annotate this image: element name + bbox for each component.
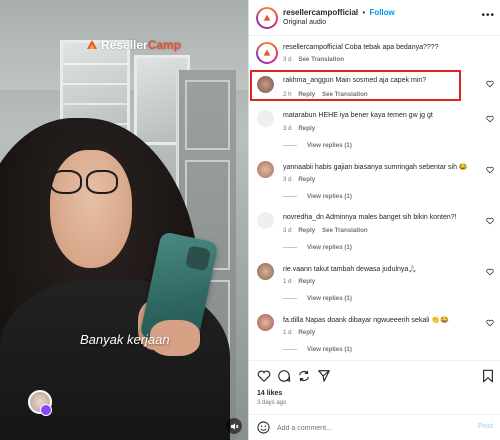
- heart-icon[interactable]: [486, 80, 494, 88]
- glasses-right: [86, 170, 118, 194]
- view-replies-button[interactable]: View replies (1): [283, 142, 352, 149]
- see-translation-button[interactable]: See Translation: [298, 56, 344, 63]
- comment-username[interactable]: resellercampofficial: [283, 44, 343, 51]
- heart-icon[interactable]: [486, 319, 494, 327]
- brand-mark-icon: [263, 49, 271, 56]
- mute-button[interactable]: [226, 418, 242, 434]
- see-translation-button[interactable]: See Translation: [322, 227, 368, 234]
- comment-icon[interactable]: [277, 369, 291, 383]
- heart-icon[interactable]: [486, 217, 494, 225]
- list-item: matarabun HEHE iya bener kaya temen gw j…: [283, 112, 433, 119]
- brand-logo: ResellerCamp: [86, 38, 181, 52]
- post-panel: resellercampofficial • Follow Original a…: [248, 0, 500, 440]
- avatar[interactable]: [257, 110, 274, 127]
- list-item: rie.vaann takut tambah dewasa judulnya🙏🏻: [283, 265, 417, 273]
- heart-icon[interactable]: [486, 166, 494, 174]
- heart-icon[interactable]: [257, 369, 271, 383]
- comment-meta: 3 d Reply See Translation: [283, 227, 368, 234]
- separator-dot: •: [362, 8, 366, 17]
- heart-icon[interactable]: [486, 115, 494, 123]
- view-replies-button[interactable]: View replies (1): [283, 346, 352, 353]
- view-replies-button[interactable]: View replies (1): [283, 244, 352, 251]
- post-date: 3 days ago: [257, 400, 287, 406]
- comment-meta: 3 d Reply: [283, 176, 315, 183]
- follow-button[interactable]: Follow: [369, 8, 394, 17]
- caption-avatar[interactable]: [256, 42, 278, 64]
- comment-meta: 1 d Reply: [283, 278, 315, 285]
- audio-link[interactable]: Original audio: [283, 19, 326, 26]
- comment-time: 3 d: [283, 56, 292, 63]
- post-button[interactable]: Post: [478, 423, 493, 430]
- comment-time: 3 d: [283, 125, 292, 132]
- view-replies-button[interactable]: View replies (1): [283, 193, 352, 200]
- share-icon[interactable]: [297, 369, 311, 383]
- list-item: yannaabii habis gajian biasanya sumringa…: [283, 163, 468, 171]
- comment-text: Napas doank dibayar ngwueeerih sekali 👏😂: [305, 317, 449, 324]
- brand-mark-icon: [263, 14, 271, 21]
- comment-username[interactable]: rie.vaann: [283, 266, 312, 273]
- avatar[interactable]: [257, 263, 274, 280]
- reel-video[interactable]: ResellerCamp Banyak kerjaan: [0, 0, 248, 440]
- author-line: resellercampofficial • Follow: [283, 8, 395, 17]
- brand-mark-icon: [87, 40, 97, 49]
- comment-username[interactable]: fa.dilla: [283, 317, 303, 324]
- reply-button[interactable]: Reply: [298, 278, 315, 285]
- comment-username[interactable]: yannaabii: [283, 164, 313, 171]
- heart-icon[interactable]: [486, 268, 494, 276]
- comment-text: Adminnya males banget sih bikin konten?!: [325, 214, 457, 221]
- comment-username[interactable]: novredha_dn: [283, 214, 324, 221]
- brand-prefix: Reseller: [101, 38, 148, 52]
- comment-meta: 3 d Reply: [283, 125, 315, 132]
- list-item: novredha_dn Adminnya males banget sih bi…: [283, 214, 457, 221]
- action-bar: 14 likes 3 days ago: [249, 360, 500, 412]
- emoji-icon[interactable]: [257, 421, 270, 434]
- bookmark-icon[interactable]: [481, 369, 495, 383]
- comment-time: 1 d: [283, 278, 292, 285]
- comment-meta: 1 d Reply: [283, 329, 315, 336]
- glasses-left: [50, 170, 82, 194]
- likes-count[interactable]: 14 likes: [257, 390, 282, 397]
- reply-button[interactable]: Reply: [298, 125, 315, 132]
- reply-button[interactable]: Reply: [298, 329, 315, 336]
- more-options-button[interactable]: •••: [481, 10, 495, 21]
- comment-text: HEHE iya bener kaya temen gw jg gt: [318, 112, 433, 119]
- comment-meta: 3 d See Translation: [283, 56, 344, 63]
- comment-username[interactable]: matarabun: [283, 112, 316, 119]
- comment-time: 3 d: [283, 227, 292, 234]
- comment-text: takut tambah dewasa judulnya🙏🏻: [313, 266, 418, 273]
- list-item: fa.dilla Napas doank dibayar ngwueeerih …: [283, 316, 449, 324]
- view-replies-button[interactable]: View replies (1): [283, 295, 352, 302]
- avatar[interactable]: [257, 314, 274, 331]
- post-header: resellercampofficial • Follow Original a…: [249, 0, 500, 36]
- avatar[interactable]: [257, 161, 274, 178]
- person-face: [50, 150, 132, 268]
- highlight-box: [250, 70, 461, 101]
- brand-suffix: Camp: [147, 38, 182, 52]
- avatar[interactable]: [257, 212, 274, 229]
- video-caption: Banyak kerjaan: [80, 332, 170, 347]
- add-comment-bar: Post: [249, 414, 500, 440]
- list-item: resellercampofficial Coba tebak apa beda…: [283, 44, 439, 51]
- author-username[interactable]: resellercampofficial: [283, 8, 358, 17]
- comment-input[interactable]: [277, 421, 457, 435]
- comment-text: habis gajian biasanya sumringah sebentar…: [314, 164, 468, 171]
- reply-button[interactable]: Reply: [298, 227, 315, 234]
- comment-time: 1 d: [283, 329, 292, 336]
- comment-text: Coba tebak apa bedanya????: [344, 44, 439, 51]
- audio-badge-icon[interactable]: [40, 404, 52, 416]
- send-icon[interactable]: [317, 369, 331, 383]
- author-avatar[interactable]: [256, 7, 278, 29]
- speaker-muted-icon: [230, 422, 238, 430]
- reply-button[interactable]: Reply: [298, 176, 315, 183]
- comment-time: 3 d: [283, 176, 292, 183]
